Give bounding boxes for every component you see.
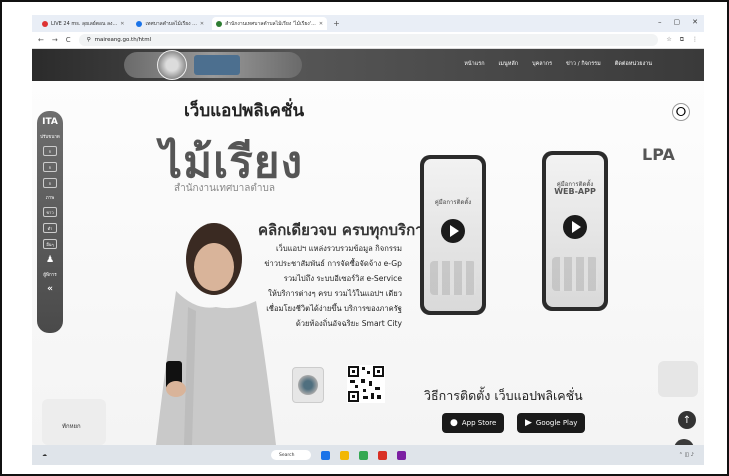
- lpa-text: LPA: [642, 145, 675, 164]
- phone-screen: คู่มือการติดตั้ง: [424, 159, 482, 311]
- weather-icon[interactable]: ☁: [42, 452, 47, 458]
- google-play-button[interactable]: ▶ Google Play: [517, 413, 586, 433]
- phone-webapp-label: WEB-APP: [554, 187, 596, 196]
- lpa-badge[interactable]: LPA: [638, 137, 696, 165]
- browser-tab-2[interactable]: เทศบาลตำบลไม้เรียง ... ✕: [132, 17, 208, 30]
- scroll-top-icon[interactable]: ↑: [678, 411, 696, 429]
- mourning-ribbon-icon: ⵔ: [672, 103, 690, 121]
- chat-widget[interactable]: [658, 361, 698, 397]
- other-button[interactable]: อื่นๆ: [43, 239, 57, 249]
- screenshot-frame: LIVE 24 ms. ลุยเลย์ตอน ลง... ✕ เทศบาลตำบ…: [0, 0, 729, 476]
- mode-light-button[interactable]: ขาว: [43, 207, 57, 217]
- url-text: maireang.go.th/html: [94, 37, 152, 43]
- app-icon[interactable]: [378, 450, 387, 460]
- font-small-button[interactable]: ก: [43, 146, 57, 156]
- qr-code[interactable]: [347, 365, 385, 403]
- star-icon[interactable]: ☆: [666, 36, 671, 44]
- play-icon[interactable]: [563, 215, 587, 239]
- close-icon[interactable]: ✕: [120, 21, 124, 27]
- mode-dark-button[interactable]: ดำ: [43, 223, 57, 233]
- collapse-icon[interactable]: «: [47, 284, 53, 294]
- new-tab-icon[interactable]: +: [333, 19, 340, 28]
- nav-item-menu[interactable]: เมนูหลัก: [499, 60, 519, 68]
- url-field[interactable]: ⚲ maireang.go.th/html: [78, 34, 659, 46]
- menu-icon[interactable]: ⋮: [692, 36, 698, 44]
- hero-title: เว็บแอปพลิเคชั่น: [184, 101, 305, 121]
- play-icon[interactable]: [441, 219, 465, 243]
- windows-taskbar: ☁ Search ⌃ ◫ ♪: [32, 445, 704, 465]
- tab-favicon-icon: [216, 20, 223, 27]
- window-controls: – ▢ ✕: [658, 18, 698, 26]
- phone-screen: คู่มือการติดตั้ง WEB-APP: [546, 155, 604, 307]
- browser-tab-1[interactable]: LIVE 24 ms. ลุยเลย์ตอน ลง... ✕: [38, 17, 128, 30]
- presenter-image: [156, 223, 276, 445]
- forward-icon[interactable]: →: [52, 36, 58, 44]
- phone-mockup-2: คู่มือการติดตั้ง WEB-APP: [542, 151, 608, 311]
- app-store-label: App Store: [461, 419, 497, 427]
- google-play-icon: ▶: [525, 418, 532, 428]
- reload-icon[interactable]: C: [66, 36, 71, 44]
- phone-mockup-1: คู่มือการติดตั้ง: [420, 155, 486, 315]
- browser-actions: ☆ ⧉ ⋮: [666, 36, 698, 44]
- google-play-label: Google Play: [535, 419, 578, 427]
- nav-item-news[interactable]: ข่าว / กิจกรรม: [566, 60, 601, 68]
- close-icon[interactable]: ✕: [200, 21, 204, 27]
- nav-item-contact[interactable]: ติดต่อหน่วยงาน: [615, 60, 652, 68]
- back-icon[interactable]: ←: [38, 36, 44, 44]
- close-icon[interactable]: ✕: [319, 21, 323, 27]
- app-icon[interactable]: [397, 450, 406, 460]
- tab-label: สำนักงานเทศบาลตำบลไม้เรียง 'ไม้เรียง'...: [225, 20, 316, 27]
- municipal-seal-icon[interactable]: [157, 50, 187, 80]
- people-illustration: [552, 257, 598, 291]
- app-icon[interactable]: [321, 450, 330, 460]
- address-bar: ← → C ⚲ maireang.go.th/html ☆ ⧉ ⋮: [32, 32, 704, 49]
- person-icon[interactable]: ♟: [46, 255, 54, 265]
- phone-label: คู่มือการติดตั้ง: [434, 199, 472, 206]
- main-nav: หน้าแรก เมนูหลัก บุคลากร ข่าว / กิจกรรม …: [464, 60, 652, 68]
- close-window-icon[interactable]: ✕: [692, 18, 698, 26]
- accessibility-logo-icon: ITA: [42, 117, 58, 127]
- tab-favicon-icon: [136, 20, 143, 27]
- folder-icon[interactable]: [340, 450, 349, 460]
- nav-item-staff[interactable]: บุคลากร: [532, 60, 552, 68]
- extensions-icon[interactable]: ⧉: [680, 36, 684, 44]
- assistant-widget[interactable]: ทักหยก: [42, 399, 106, 445]
- people-illustration: [430, 261, 476, 295]
- site-info-icon[interactable]: ⚲: [87, 37, 91, 43]
- app-store-button[interactable]: ● App Store: [442, 413, 505, 433]
- browser-tab-3[interactable]: สำนักงานเทศบาลตำบลไม้เรียง 'ไม้เรียง'...…: [212, 17, 328, 30]
- minimize-icon[interactable]: –: [658, 18, 662, 26]
- seal-icon: [298, 375, 318, 395]
- tab-label: เทศบาลตำบลไม้เรียง ...: [145, 20, 197, 27]
- disabled-label: ผู้พิการ: [43, 273, 57, 278]
- browser-window: LIVE 24 ms. ลุยเลย์ตอน ลง... ✕ เทศบาลตำบ…: [32, 15, 704, 465]
- contrast-label: ภาพ: [45, 196, 55, 201]
- accessibility-bar: ITA ปรับขนาด ก ก ก ภาพ ขาว ดำ อื่นๆ ♟ ผู…: [37, 111, 63, 333]
- municipal-logo: [292, 367, 324, 403]
- site-header: หน้าแรก เมนูหลัก บุคลากร ข่าว / กิจกรรม …: [32, 49, 704, 81]
- system-tray[interactable]: ⌃ ◫ ♪: [679, 452, 694, 458]
- nav-item-home[interactable]: หน้าแรก: [464, 60, 484, 68]
- taskbar-search[interactable]: Search: [271, 450, 311, 460]
- font-large-button[interactable]: ก: [43, 178, 57, 188]
- apple-icon: ●: [450, 418, 458, 428]
- tab-strip: LIVE 24 ms. ลุยเลย์ตอน ลง... ✕ เทศบาลตำบ…: [32, 15, 704, 32]
- hero-banner: ITA ปรับขนาด ก ก ก ภาพ ขาว ดำ อื่นๆ ♟ ผู…: [32, 81, 704, 459]
- assistant-label: ทักหยก: [62, 423, 81, 430]
- chrome-icon[interactable]: [359, 450, 368, 460]
- hero-subtitle: สำนักงานเทศบาลตำบล: [174, 183, 275, 194]
- tab-label: LIVE 24 ms. ลุยเลย์ตอน ลง...: [51, 20, 118, 27]
- tab-favicon-icon: [42, 20, 48, 27]
- maximize-icon[interactable]: ▢: [674, 18, 681, 26]
- site-logo[interactable]: [194, 55, 240, 75]
- install-title: วิธีการติดตั้ง เว็บแอปพลิเคชั่น: [424, 388, 583, 403]
- font-medium-button[interactable]: ก: [43, 162, 57, 172]
- font-size-label: ปรับขนาด: [40, 135, 60, 140]
